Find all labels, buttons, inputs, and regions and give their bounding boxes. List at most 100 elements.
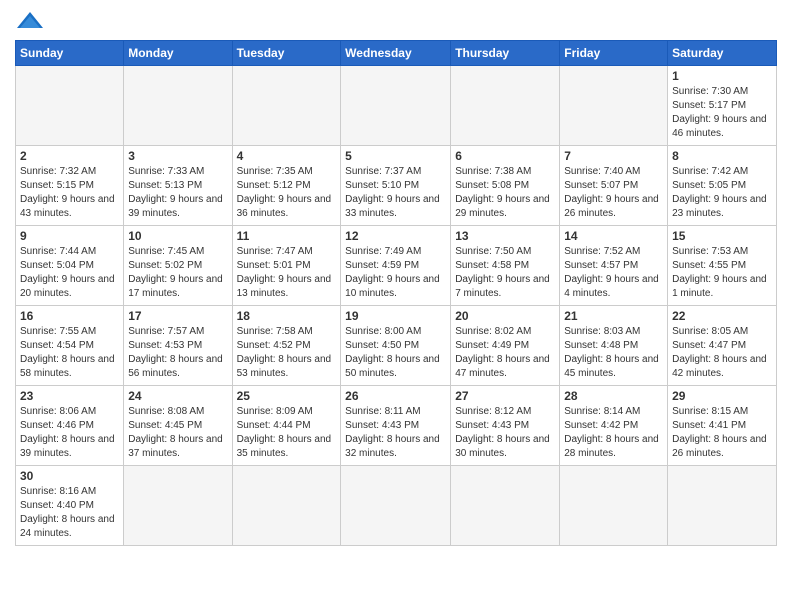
calendar-cell: 26Sunrise: 8:11 AM Sunset: 4:43 PM Dayli… bbox=[341, 386, 451, 466]
day-number: 1 bbox=[672, 69, 772, 83]
day-number: 6 bbox=[455, 149, 555, 163]
day-info: Sunrise: 8:03 AM Sunset: 4:48 PM Dayligh… bbox=[564, 325, 663, 381]
calendar-cell: 14 Sunrise: 7:52 AM Sunset: 4:57 PM Dayli… bbox=[560, 226, 668, 306]
page: SundayMondayTuesdayWednesdayThursdayFrid… bbox=[0, 0, 792, 561]
day-number: 8 bbox=[672, 149, 772, 163]
day-number: 4 bbox=[237, 149, 337, 163]
calendar-cell: 21 Sunrise: 8:03 AM Sunset: 4:48 PM Dayli… bbox=[560, 306, 668, 386]
logo bbox=[15, 10, 49, 32]
day-number: 13 bbox=[455, 229, 555, 243]
day-info: Sunrise: 7:38 AM Sunset: 5:08 PM Dayligh… bbox=[455, 165, 555, 221]
day-info: Sunrise: 7:47 AM Sunset: 5:01 PM Dayligh… bbox=[237, 245, 337, 301]
day-info: Sunrise: 8:16 AM Sunset: 4:40 PM Dayligh… bbox=[20, 485, 119, 541]
calendar-cell: 19 Sunrise: 8:00 AM Sunset: 4:50 PM Dayli… bbox=[341, 306, 451, 386]
day-info: Sunrise: 7:40 AM Sunset: 5:07 PM Dayligh… bbox=[564, 165, 663, 221]
day-info: Sunrise: 8:14 AM Sunset: 4:42 PM Dayligh… bbox=[564, 405, 663, 461]
calendar-cell bbox=[124, 66, 232, 146]
day-number: 16 bbox=[20, 309, 119, 323]
calendar-cell: 17 Sunrise: 7:57 AM Sunset: 4:53 PM Dayli… bbox=[124, 306, 232, 386]
calendar-cell: 4 Sunrise: 7:35 AM Sunset: 5:12 PM Daylig… bbox=[232, 146, 341, 226]
day-info: Sunrise: 7:55 AM Sunset: 4:54 PM Dayligh… bbox=[20, 325, 119, 381]
day-info: Sunrise: 8:06 AM Sunset: 4:46 PM Dayligh… bbox=[20, 405, 119, 461]
day-info: Sunrise: 7:57 AM Sunset: 4:53 PM Dayligh… bbox=[128, 325, 227, 381]
day-number: 27 bbox=[455, 389, 555, 403]
day-info: Sunrise: 8:11 AM Sunset: 4:43 PM Dayligh… bbox=[345, 405, 446, 461]
day-number: 30 bbox=[20, 469, 119, 483]
day-info: Sunrise: 8:00 AM Sunset: 4:50 PM Dayligh… bbox=[345, 325, 446, 381]
day-info: Sunrise: 8:02 AM Sunset: 4:49 PM Dayligh… bbox=[455, 325, 555, 381]
calendar-cell: 3Sunrise: 7:33 AM Sunset: 5:13 PM Daylig… bbox=[124, 146, 232, 226]
calendar-cell bbox=[341, 466, 451, 546]
calendar-cell: 10Sunrise: 7:45 AM Sunset: 5:02 PM Dayli… bbox=[124, 226, 232, 306]
calendar-cell: 1 Sunrise: 7:30 AM Sunset: 5:17 PM Daylig… bbox=[668, 66, 777, 146]
calendar-cell bbox=[341, 66, 451, 146]
day-number: 17 bbox=[128, 309, 227, 323]
day-number: 12 bbox=[345, 229, 446, 243]
day-number: 29 bbox=[672, 389, 772, 403]
day-info: Sunrise: 7:53 AM Sunset: 4:55 PM Dayligh… bbox=[672, 245, 772, 301]
calendar-cell: 25 Sunrise: 8:09 AM Sunset: 4:44 PM Dayli… bbox=[232, 386, 341, 466]
day-number: 5 bbox=[345, 149, 446, 163]
calendar-cell: 12 Sunrise: 7:49 AM Sunset: 4:59 PM Dayli… bbox=[341, 226, 451, 306]
header bbox=[15, 10, 777, 32]
day-info: Sunrise: 7:32 AM Sunset: 5:15 PM Dayligh… bbox=[20, 165, 119, 221]
day-info: Sunrise: 7:35 AM Sunset: 5:12 PM Dayligh… bbox=[237, 165, 337, 221]
calendar-cell: 9Sunrise: 7:44 AM Sunset: 5:04 PM Daylig… bbox=[16, 226, 124, 306]
calendar-cell bbox=[560, 66, 668, 146]
calendar-cell: 29 Sunrise: 8:15 AM Sunset: 4:41 PM Dayli… bbox=[668, 386, 777, 466]
calendar-cell: 2 Sunrise: 7:32 AM Sunset: 5:15 PM Daylig… bbox=[16, 146, 124, 226]
week-row-6: 30 Sunrise: 8:16 AM Sunset: 4:40 PM Dayli… bbox=[16, 466, 777, 546]
calendar-cell bbox=[232, 66, 341, 146]
day-info: Sunrise: 7:44 AM Sunset: 5:04 PM Dayligh… bbox=[20, 245, 119, 301]
day-info: Sunrise: 7:52 AM Sunset: 4:57 PM Dayligh… bbox=[564, 245, 663, 301]
day-number: 18 bbox=[237, 309, 337, 323]
day-info: Sunrise: 7:37 AM Sunset: 5:10 PM Dayligh… bbox=[345, 165, 446, 221]
day-number: 24 bbox=[128, 389, 227, 403]
day-number: 15 bbox=[672, 229, 772, 243]
day-number: 28 bbox=[564, 389, 663, 403]
calendar-cell: 8Sunrise: 7:42 AM Sunset: 5:05 PM Daylig… bbox=[668, 146, 777, 226]
day-number: 21 bbox=[564, 309, 663, 323]
calendar-cell: 23 Sunrise: 8:06 AM Sunset: 4:46 PM Dayli… bbox=[16, 386, 124, 466]
calendar-cell: 15 Sunrise: 7:53 AM Sunset: 4:55 PM Dayli… bbox=[668, 226, 777, 306]
day-number: 7 bbox=[564, 149, 663, 163]
calendar-cell bbox=[451, 66, 560, 146]
calendar-cell: 13 Sunrise: 7:50 AM Sunset: 4:58 PM Dayli… bbox=[451, 226, 560, 306]
calendar-cell bbox=[451, 466, 560, 546]
week-row-4: 16 Sunrise: 7:55 AM Sunset: 4:54 PM Dayli… bbox=[16, 306, 777, 386]
day-number: 19 bbox=[345, 309, 446, 323]
day-number: 2 bbox=[20, 149, 119, 163]
week-row-3: 9Sunrise: 7:44 AM Sunset: 5:04 PM Daylig… bbox=[16, 226, 777, 306]
calendar-cell: 11 Sunrise: 7:47 AM Sunset: 5:01 PM Dayli… bbox=[232, 226, 341, 306]
weekday-header-saturday: Saturday bbox=[668, 41, 777, 66]
day-info: Sunrise: 8:09 AM Sunset: 4:44 PM Dayligh… bbox=[237, 405, 337, 461]
day-number: 3 bbox=[128, 149, 227, 163]
calendar-cell bbox=[16, 66, 124, 146]
week-row-5: 23 Sunrise: 8:06 AM Sunset: 4:46 PM Dayli… bbox=[16, 386, 777, 466]
day-info: Sunrise: 7:30 AM Sunset: 5:17 PM Dayligh… bbox=[672, 85, 772, 141]
weekday-header-thursday: Thursday bbox=[451, 41, 560, 66]
calendar-cell: 18 Sunrise: 7:58 AM Sunset: 4:52 PM Dayli… bbox=[232, 306, 341, 386]
day-number: 14 bbox=[564, 229, 663, 243]
calendar-cell: 27Sunrise: 8:12 AM Sunset: 4:43 PM Dayli… bbox=[451, 386, 560, 466]
weekday-header-friday: Friday bbox=[560, 41, 668, 66]
day-info: Sunrise: 7:49 AM Sunset: 4:59 PM Dayligh… bbox=[345, 245, 446, 301]
calendar-cell bbox=[232, 466, 341, 546]
calendar-cell bbox=[668, 466, 777, 546]
week-row-2: 2 Sunrise: 7:32 AM Sunset: 5:15 PM Daylig… bbox=[16, 146, 777, 226]
calendar-cell: 16 Sunrise: 7:55 AM Sunset: 4:54 PM Dayli… bbox=[16, 306, 124, 386]
calendar-cell: 6 Sunrise: 7:38 AM Sunset: 5:08 PM Daylig… bbox=[451, 146, 560, 226]
day-number: 25 bbox=[237, 389, 337, 403]
weekday-header-wednesday: Wednesday bbox=[341, 41, 451, 66]
calendar-cell bbox=[560, 466, 668, 546]
day-info: Sunrise: 7:45 AM Sunset: 5:02 PM Dayligh… bbox=[128, 245, 227, 301]
weekday-header-monday: Monday bbox=[124, 41, 232, 66]
weekday-header-sunday: Sunday bbox=[16, 41, 124, 66]
day-info: Sunrise: 7:58 AM Sunset: 4:52 PM Dayligh… bbox=[237, 325, 337, 381]
day-number: 20 bbox=[455, 309, 555, 323]
day-info: Sunrise: 7:50 AM Sunset: 4:58 PM Dayligh… bbox=[455, 245, 555, 301]
calendar-cell: 20 Sunrise: 8:02 AM Sunset: 4:49 PM Dayli… bbox=[451, 306, 560, 386]
day-info: Sunrise: 8:15 AM Sunset: 4:41 PM Dayligh… bbox=[672, 405, 772, 461]
day-number: 11 bbox=[237, 229, 337, 243]
day-number: 23 bbox=[20, 389, 119, 403]
